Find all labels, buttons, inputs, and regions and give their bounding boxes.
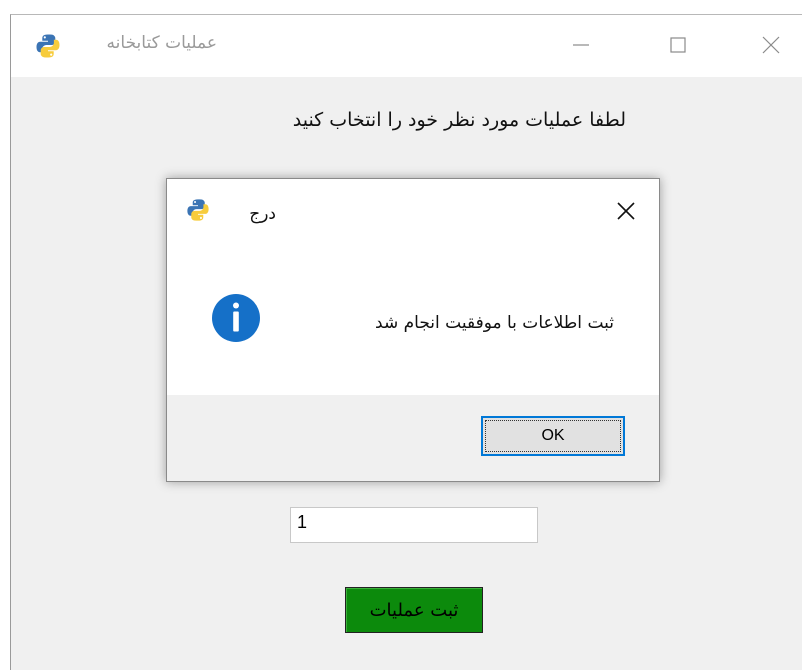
close-icon[interactable] [749,25,795,65]
close-icon[interactable] [608,193,644,229]
message-dialog: درج ثبت اطلاعات با موفقیت انجام شد OK [166,178,660,482]
info-icon [212,294,260,342]
python-logo-icon [187,199,209,221]
python-logo-icon [36,34,60,58]
window-title: عملیات کتابخانه [106,33,217,53]
dialog-title: درج [249,204,276,224]
submit-operation-button[interactable]: ثبت عملیات [345,587,483,633]
maximize-icon[interactable] [655,25,701,65]
ok-button[interactable]: OK [481,416,625,456]
main-title-bar[interactable]: عملیات کتابخانه [11,15,802,77]
operation-input[interactable]: 1 [290,507,538,543]
prompt-label: لطفا عملیات مورد نظر خود را انتخاب کنید [292,109,626,131]
minimize-icon[interactable] [557,25,603,65]
dialog-message: ثبت اطلاعات با موفقیت انجام شد [375,313,614,333]
dialog-button-bar: OK [167,395,659,481]
